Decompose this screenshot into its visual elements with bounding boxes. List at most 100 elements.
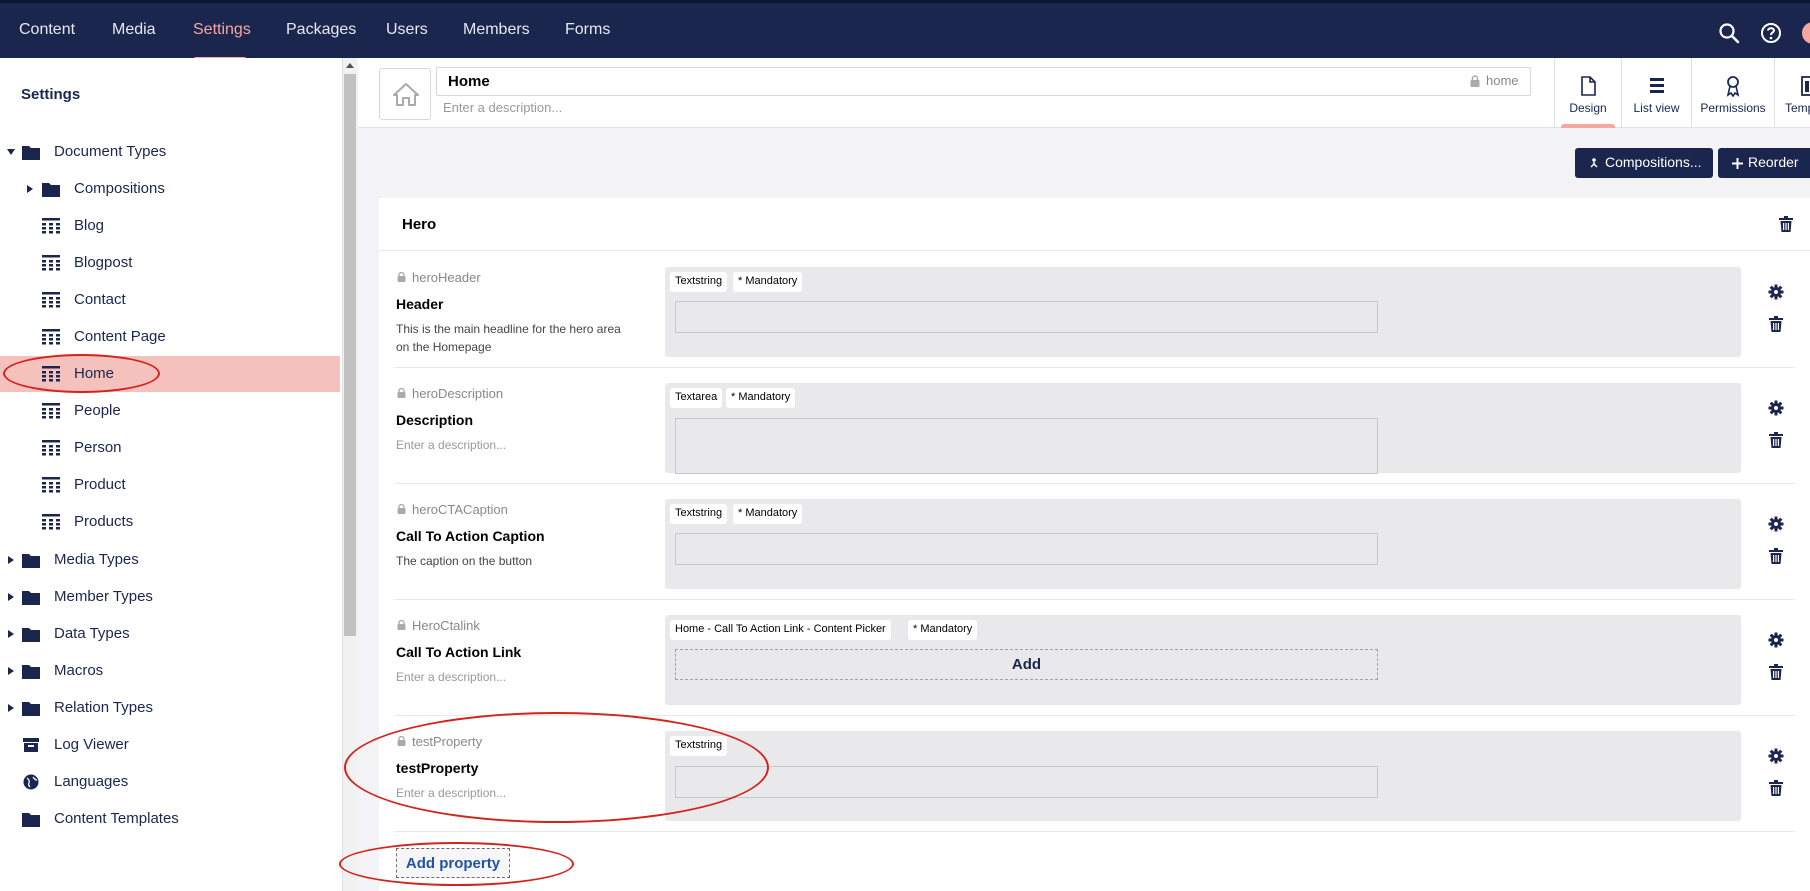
lock-icon[interactable]: [1470, 75, 1480, 87]
gear-icon[interactable]: [1768, 400, 1784, 416]
trash-icon[interactable]: [1779, 216, 1793, 232]
tree-item-macros[interactable]: Macros: [0, 653, 340, 689]
nav-packages[interactable]: Packages: [286, 21, 356, 39]
row-divider: [395, 483, 1795, 484]
property-description[interactable]: The caption on the button: [396, 552, 636, 570]
folder-icon: [22, 665, 40, 679]
tree-item-people[interactable]: People: [0, 393, 340, 429]
nav-users[interactable]: Users: [386, 21, 428, 39]
lock-icon[interactable]: [397, 620, 406, 630]
tree-item-products[interactable]: Products: [0, 504, 340, 540]
content-picker-add-preview: Add: [675, 649, 1378, 680]
tree-item-data-types[interactable]: Data Types: [0, 616, 340, 652]
property-label[interactable]: Call To Action Link: [396, 644, 521, 660]
tree-item-content-templates[interactable]: Content Templates: [0, 801, 340, 837]
caret-right-icon[interactable]: [27, 185, 33, 193]
property-description[interactable]: Enter a description...: [396, 436, 636, 454]
property-description[interactable]: This is the main headline for the hero a…: [396, 320, 636, 356]
folder-icon: [42, 183, 60, 197]
folder-icon: [22, 702, 40, 716]
nav-members[interactable]: Members: [463, 21, 530, 39]
nav-forms[interactable]: Forms: [565, 21, 610, 39]
lock-icon[interactable]: [397, 272, 406, 282]
tree-item-product[interactable]: Product: [0, 467, 340, 503]
property-label[interactable]: Description: [396, 412, 473, 428]
row-divider: [395, 367, 1795, 368]
group-title[interactable]: Hero: [402, 216, 436, 233]
search-icon[interactable]: [1718, 22, 1740, 44]
tab-label: Temp: [1785, 101, 1810, 115]
document-type-icon: [42, 329, 60, 345]
sidebar-scrollbar-thumb[interactable]: [344, 74, 356, 636]
nav-media[interactable]: Media: [112, 21, 156, 39]
gear-icon[interactable]: [1768, 748, 1784, 764]
caret-right-icon[interactable]: [8, 704, 14, 712]
property-label[interactable]: Header: [396, 296, 443, 312]
caret-down-icon[interactable]: [7, 149, 15, 155]
gear-icon[interactable]: [1768, 516, 1784, 532]
help-icon[interactable]: [1760, 22, 1782, 44]
tab-list-view[interactable]: List view: [1621, 58, 1691, 128]
permissions-icon: [1726, 76, 1740, 97]
trash-icon[interactable]: [1768, 548, 1784, 564]
document-type-icon: [42, 440, 60, 456]
lock-icon[interactable]: [397, 504, 406, 514]
scroll-up-arrow-icon[interactable]: [346, 63, 354, 68]
document-type-description-input[interactable]: Enter a description...: [443, 100, 562, 115]
tree-item-person[interactable]: Person: [0, 430, 340, 466]
trash-icon[interactable]: [1768, 432, 1784, 448]
group-divider: [379, 250, 1810, 251]
caret-right-icon[interactable]: [8, 556, 14, 564]
nav-content[interactable]: Content: [19, 21, 75, 39]
tree-item-member-types[interactable]: Member Types: [0, 579, 340, 615]
plus-icon: [1732, 158, 1743, 169]
tab-permissions[interactable]: Permissions: [1691, 58, 1774, 128]
tree-label: Blog: [74, 217, 105, 234]
property-description[interactable]: Enter a description...: [396, 668, 636, 686]
trash-icon[interactable]: [1768, 664, 1784, 680]
tree-label: Member Types: [54, 588, 153, 605]
caret-right-icon[interactable]: [8, 593, 14, 601]
property-editor-preview[interactable]: Textstring: [665, 731, 1741, 821]
gear-icon[interactable]: [1768, 632, 1784, 648]
tree-item-media-types[interactable]: Media Types: [0, 542, 340, 578]
tree-label: Product: [74, 476, 126, 493]
compositions-button[interactable]: Compositions...: [1575, 148, 1713, 178]
property-alias: HeroCtalink: [412, 618, 480, 633]
caret-right-icon[interactable]: [8, 630, 14, 638]
tree-label: Products: [74, 513, 134, 530]
tab-label: Design: [1569, 101, 1607, 115]
tab-design[interactable]: Design: [1554, 58, 1621, 128]
property-editor-preview[interactable]: Textarea * Mandatory: [665, 383, 1741, 474]
caret-right-icon[interactable]: [8, 667, 14, 675]
property-alias: heroDescription: [412, 386, 504, 401]
document-type-name-input[interactable]: Home: [436, 67, 1531, 96]
tree-item-relation-types[interactable]: Relation Types: [0, 690, 340, 726]
tree-item-content-page[interactable]: Content Page: [0, 319, 340, 355]
property-editor-preview[interactable]: Textstring * Mandatory: [665, 267, 1741, 357]
reorder-button[interactable]: Reorder: [1718, 148, 1810, 178]
tree-label: Content Templates: [54, 810, 179, 827]
tree-item-blogpost[interactable]: Blogpost: [0, 245, 340, 281]
tree-item-blog[interactable]: Blog: [0, 208, 340, 244]
tab-templates[interactable]: Temp: [1774, 58, 1810, 128]
gear-icon[interactable]: [1768, 284, 1784, 300]
trash-icon[interactable]: [1768, 316, 1784, 332]
folder-icon: [22, 813, 40, 827]
property-label[interactable]: Call To Action Caption: [396, 528, 545, 544]
tree-item-contact[interactable]: Contact: [0, 282, 340, 318]
textstring-preview: [675, 301, 1378, 333]
nav-settings[interactable]: Settings: [193, 21, 251, 39]
tab-label: List view: [1633, 101, 1680, 115]
trash-icon[interactable]: [1768, 780, 1784, 796]
document-type-icon-picker[interactable]: [379, 68, 431, 120]
property-editor-preview[interactable]: Textstring * Mandatory: [665, 499, 1741, 589]
avatar[interactable]: [1802, 22, 1810, 44]
property-editor-preview[interactable]: Home - Call To Action Link - Content Pic…: [665, 615, 1741, 705]
tree-item-document-types[interactable]: Document Types: [0, 134, 340, 170]
row-divider: [395, 831, 1795, 832]
tree-item-compositions[interactable]: Compositions: [0, 171, 340, 207]
lock-icon[interactable]: [397, 388, 406, 398]
tree-item-log-viewer[interactable]: Log Viewer: [0, 727, 340, 763]
tree-item-languages[interactable]: Languages: [0, 764, 340, 800]
